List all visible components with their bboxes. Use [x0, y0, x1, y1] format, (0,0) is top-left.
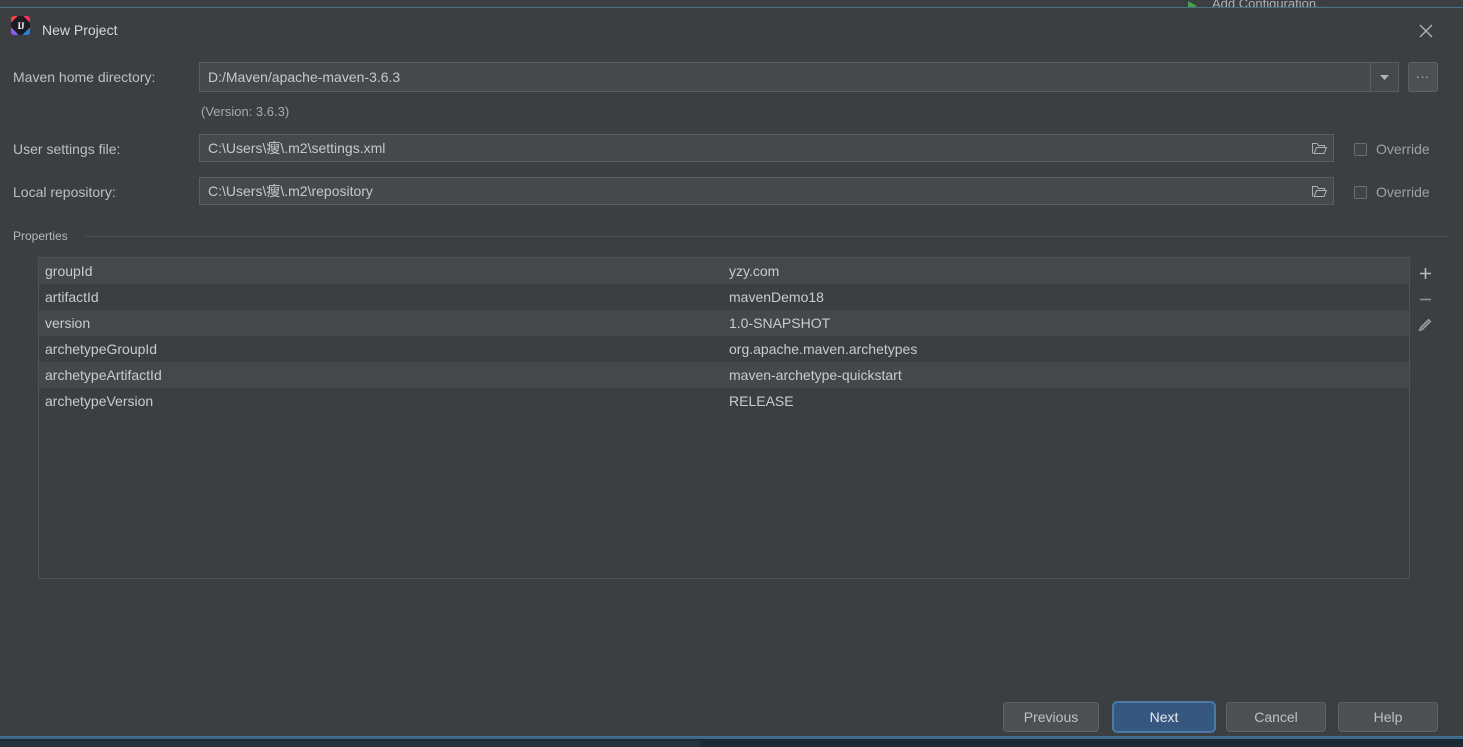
checkbox-box — [1354, 142, 1367, 156]
maven-version-note: (Version: 3.6.3) — [201, 104, 290, 119]
intellij-idea-icon-text: IJ — [17, 20, 24, 31]
pencil-icon[interactable] — [1412, 312, 1438, 338]
property-value: maven-archetype-quickstart — [729, 367, 902, 383]
property-key: artifactId — [45, 289, 99, 305]
dialog-title-bar: IJ New Project — [0, 8, 1463, 43]
property-key: archetypeVersion — [45, 393, 154, 409]
table-row[interactable]: archetypeVersion RELEASE — [39, 388, 1409, 414]
table-row[interactable]: archetypeArtifactId maven-archetype-quick… — [39, 362, 1409, 388]
folder-icon[interactable] — [1305, 178, 1333, 204]
page-title: New Project — [42, 22, 118, 38]
intellij-idea-icon: IJ — [11, 16, 30, 35]
properties-table[interactable]: groupId yzy.com artifactId mavenDemo18 versi… — [38, 257, 1410, 579]
local-repository-override-checkbox[interactable]: Override — [1354, 184, 1430, 200]
property-value: 1.0-SNAPSHOT — [729, 315, 831, 331]
maven-home-value: D:/Maven/apache-maven-3.6.3 — [208, 69, 401, 85]
user-settings-value: C:\Users\瘦\.m2\settings.xml — [208, 140, 386, 156]
table-row[interactable]: version 1.0-SNAPSHOT — [39, 310, 1409, 336]
user-settings-input[interactable]: C:\Users\瘦\.m2\settings.xml — [199, 134, 1334, 162]
checkbox-box — [1354, 185, 1367, 199]
maven-home-browse-button[interactable]: ... — [1408, 62, 1438, 92]
table-row[interactable]: archetypeGroupId org.apache.maven.archety… — [39, 336, 1409, 362]
maven-home-combobox[interactable]: D:/Maven/apache-maven-3.6.3 — [199, 62, 1399, 92]
local-repository-input[interactable]: C:\Users\瘦\.m2\repository — [199, 177, 1334, 205]
dialog-bottom-accent — [0, 737, 1463, 739]
properties-table-toolbar — [1412, 260, 1438, 360]
user-settings-override-checkbox[interactable]: Override — [1354, 141, 1430, 157]
property-value: mavenDemo18 — [729, 289, 824, 305]
properties-separator — [86, 236, 1449, 237]
ide-statusbar-strip — [0, 741, 700, 747]
new-project-dialog: IJ New Project Maven home directory: D:/… — [0, 7, 1463, 739]
table-row[interactable]: artifactId mavenDemo18 — [39, 284, 1409, 310]
property-key: archetypeArtifactId — [45, 367, 162, 383]
close-icon[interactable] — [1412, 19, 1440, 43]
property-key: version — [45, 315, 91, 331]
property-value: org.apache.maven.archetypes — [729, 341, 918, 357]
table-row[interactable]: groupId yzy.com — [39, 258, 1409, 284]
property-value: RELEASE — [729, 393, 794, 409]
cancel-button[interactable]: Cancel — [1226, 702, 1326, 732]
folder-icon[interactable] — [1305, 135, 1333, 161]
plus-icon[interactable] — [1412, 260, 1438, 286]
user-settings-label: User settings file: — [13, 141, 121, 157]
override-label: Override — [1376, 184, 1430, 200]
next-button[interactable]: Next — [1113, 702, 1215, 732]
property-key: archetypeGroupId — [45, 341, 158, 357]
maven-home-label: Maven home directory: — [13, 69, 156, 85]
previous-button[interactable]: Previous — [1003, 702, 1099, 732]
local-repository-value: C:\Users\瘦\.m2\repository — [208, 183, 373, 199]
minus-icon[interactable] — [1412, 286, 1438, 312]
property-key: groupId — [45, 263, 93, 279]
chevron-down-icon[interactable] — [1370, 63, 1398, 91]
properties-section-label: Properties — [13, 229, 68, 243]
override-label: Override — [1376, 141, 1430, 157]
local-repository-label: Local repository: — [13, 184, 116, 200]
help-button[interactable]: Help — [1338, 702, 1438, 732]
property-value: yzy.com — [729, 263, 780, 279]
